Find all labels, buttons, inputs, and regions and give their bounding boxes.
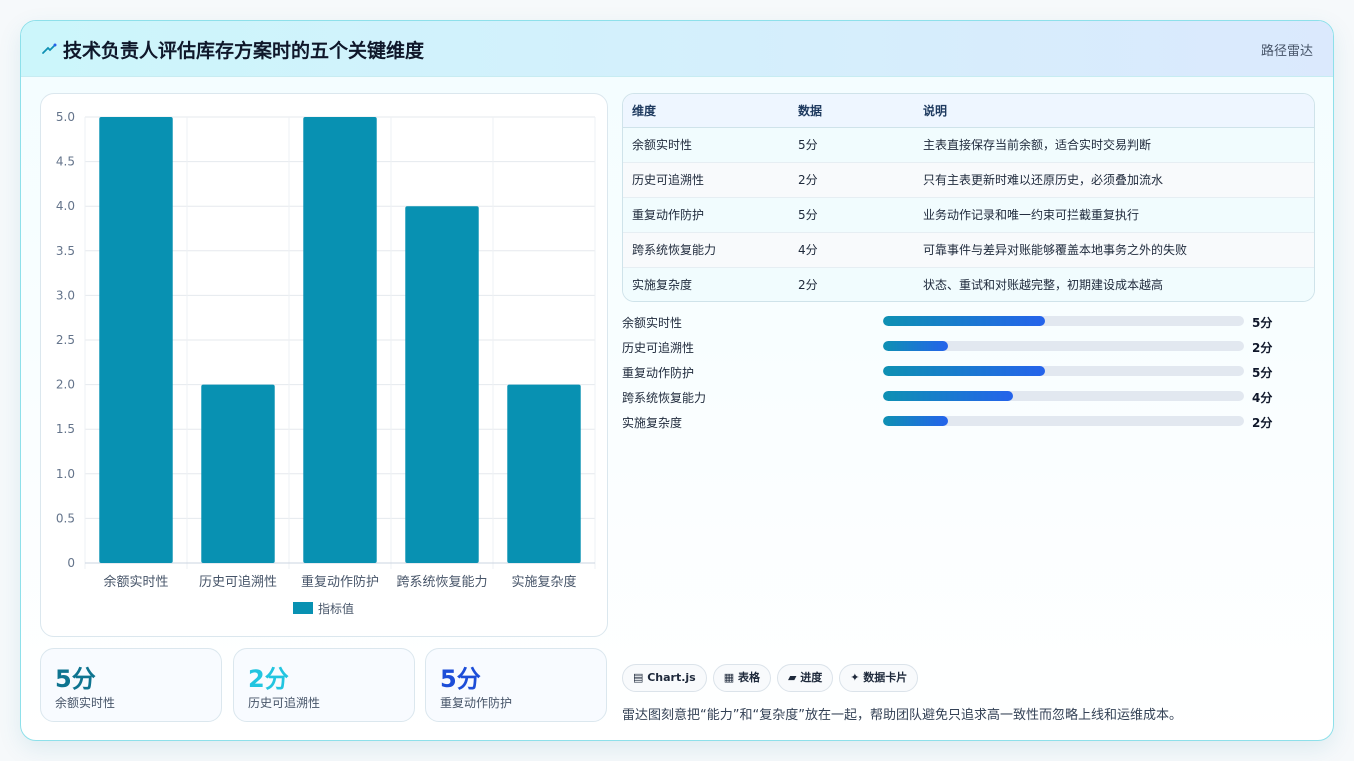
sparkle-icon: [42, 43, 57, 54]
x-tick-label: 跨系统恢复能力: [396, 575, 487, 590]
y-tick-label: 3.5: [56, 244, 75, 258]
metrics-table: 维度 数据 说明 余额实时性 5分 主表直接保存当前余额，适合实时交易判断 历史…: [623, 94, 1314, 301]
progress-track: [883, 366, 1244, 376]
column-header: 数据: [789, 94, 914, 128]
bar: [201, 384, 275, 563]
header-tag: 路径雷达: [1260, 44, 1313, 59]
table-row: 重复动作防护 5分 业务动作记录和唯一约束可拦截重复执行: [623, 197, 1314, 233]
metrics-table-wrapper: 维度 数据 说明 余额实时性 5分 主表直接保存当前余额，适合实时交易判断 历史…: [622, 93, 1315, 302]
progress-label: 实施复杂度: [622, 416, 683, 430]
page-title: 技术负责人评估库存方案时的五个关键维度: [63, 40, 425, 62]
bar: [405, 206, 479, 563]
feature-chips: ▤ Chart.js ▦ 表格 ▰ 进度 ✦ 数据卡片: [622, 664, 924, 692]
table-cell: 主表直接保存当前余额，适合实时交易判断: [914, 127, 1314, 163]
chip-table[interactable]: ▦ 表格: [712, 664, 771, 692]
y-tick-label: 0.5: [56, 511, 75, 525]
progress-label: 余额实时性: [622, 316, 683, 330]
dashboard-card: 技术负责人评估库存方案时的五个关键维度 路径雷达 0 0.5 1.0 1.5 2.0 2.…: [20, 20, 1334, 741]
table-cell: 只有主表更新时难以还原历史，必须叠加流水: [914, 162, 1314, 198]
footnote: 雷达图刻意把“能力”和“复杂度”放在一起，帮助团队避免只追求高一致性而忽略上线和…: [622, 708, 1182, 723]
progress-row: 跨系统恢复能力 4分: [622, 386, 1282, 411]
progress-value: 4分: [1252, 391, 1273, 405]
table-cell: 5分: [789, 197, 914, 233]
kpi-card: 5分 重复动作防护: [425, 648, 607, 722]
y-tick-label: 2.5: [56, 333, 75, 347]
table-cell: 5分: [789, 127, 914, 163]
bar: [303, 117, 377, 563]
table-row: 历史可追溯性 2分 只有主表更新时难以还原历史，必须叠加流水: [623, 162, 1314, 198]
progress-label: 重复动作防护: [622, 366, 695, 380]
table-cell: 实施复杂度: [623, 267, 789, 301]
bar: [507, 384, 581, 563]
kpi-label: 重复动作防护: [440, 696, 513, 710]
y-tick-label: 0: [67, 556, 75, 570]
table-cell: 重复动作防护: [623, 197, 789, 233]
y-tick-label: 2.0: [56, 378, 75, 392]
x-tick-label: 实施复杂度: [511, 574, 576, 590]
header: 技术负责人评估库存方案时的五个关键维度 路径雷达: [21, 21, 1333, 77]
kpi-label: 余额实时性: [55, 696, 116, 710]
table-cell: 历史可追溯性: [623, 162, 789, 198]
progress-value: 2分: [1252, 341, 1273, 355]
progress-track: [883, 316, 1244, 326]
y-tick-label: 1.5: [56, 422, 75, 436]
progress-fill: [883, 391, 1013, 401]
progress-label: 历史可追溯性: [622, 341, 695, 355]
y-tick-label: 4.5: [56, 155, 75, 169]
kpi-value: 5分: [55, 665, 96, 693]
table-cell: 跨系统恢复能力: [623, 232, 789, 268]
chip-progress[interactable]: ▰ 进度: [776, 664, 834, 692]
bar-chart: 0 0.5 1.0 1.5 2.0 2.5 3.0 3.5 4.0 4.5 5.0 余额实时性 历史可追…: [56, 110, 596, 616]
progress-label: 跨系统恢复能力: [622, 391, 707, 405]
progress-row: 实施复杂度 2分: [622, 411, 1282, 436]
column-header: 维度: [623, 94, 789, 128]
progress-track: [883, 391, 1244, 401]
progress-fill: [883, 366, 1046, 376]
y-tick-label: 1.0: [56, 467, 75, 481]
kpi-label: 历史可追溯性: [248, 696, 321, 710]
table-row: 余额实时性 5分 主表直接保存当前余额，适合实时交易判断: [623, 127, 1314, 163]
table-row: 实施复杂度 2分 状态、重试和对账越完整，初期建设成本越高: [623, 267, 1314, 301]
progress-value: 5分: [1252, 366, 1273, 380]
kpi-value: 2分: [248, 665, 289, 693]
table-cell: 余额实时性: [623, 127, 789, 163]
table-cell: 4分: [789, 232, 914, 268]
x-tick-label: 历史可追溯性: [199, 574, 277, 590]
kpi-card: 5分 余额实时性: [40, 648, 222, 722]
progress-fill: [883, 416, 948, 426]
progress-value: 5分: [1252, 316, 1273, 330]
bar-chart-panel: 0 0.5 1.0 1.5 2.0 2.5 3.0 3.5 4.0 4.5 5.0 余额实时性 历史可追…: [40, 93, 608, 637]
legend-swatch: [293, 602, 313, 614]
kpi-value: 5分: [440, 665, 481, 693]
chip-chartjs[interactable]: ▤ Chart.js: [622, 664, 707, 692]
table-cell: 业务动作记录和唯一约束可拦截重复执行: [914, 197, 1314, 233]
table-header-row: 维度 数据 说明: [623, 94, 1314, 128]
column-header: 说明: [914, 94, 1314, 128]
x-tick-label: 重复动作防护: [301, 574, 379, 590]
chip-data-card[interactable]: ✦ 数据卡片: [839, 664, 919, 692]
kpi-card: 2分 历史可追溯性: [233, 648, 415, 722]
table-cell: 2分: [789, 162, 914, 198]
y-tick-label: 4.0: [56, 199, 75, 213]
progress-fill: [883, 341, 948, 351]
progress-track: [883, 341, 1244, 351]
bar: [99, 117, 173, 563]
progress-row: 余额实时性 5分: [622, 311, 1282, 336]
progress-track: [883, 416, 1244, 426]
y-tick-label: 3.0: [56, 288, 75, 302]
progress-row: 历史可追溯性 2分: [622, 336, 1282, 361]
table-cell: 可靠事件与差异对账能够覆盖本地事务之外的失败: [914, 232, 1314, 268]
table-row: 跨系统恢复能力 4分 可靠事件与差异对账能够覆盖本地事务之外的失败: [623, 232, 1314, 268]
progress-value: 2分: [1252, 416, 1273, 430]
legend-label: 指标值: [318, 601, 354, 616]
progress-list: 余额实时性 5分 历史可追溯性 2分 重复动作防护 5分 跨系统恢复能力 4分 …: [622, 311, 1282, 436]
progress-fill: [883, 316, 1046, 326]
table-cell: 2分: [789, 267, 914, 301]
x-tick-label: 余额实时性: [103, 574, 168, 590]
y-tick-label: 5.0: [56, 110, 75, 124]
progress-row: 重复动作防护 5分: [622, 361, 1282, 386]
table-cell: 状态、重试和对账越完整，初期建设成本越高: [914, 267, 1314, 301]
